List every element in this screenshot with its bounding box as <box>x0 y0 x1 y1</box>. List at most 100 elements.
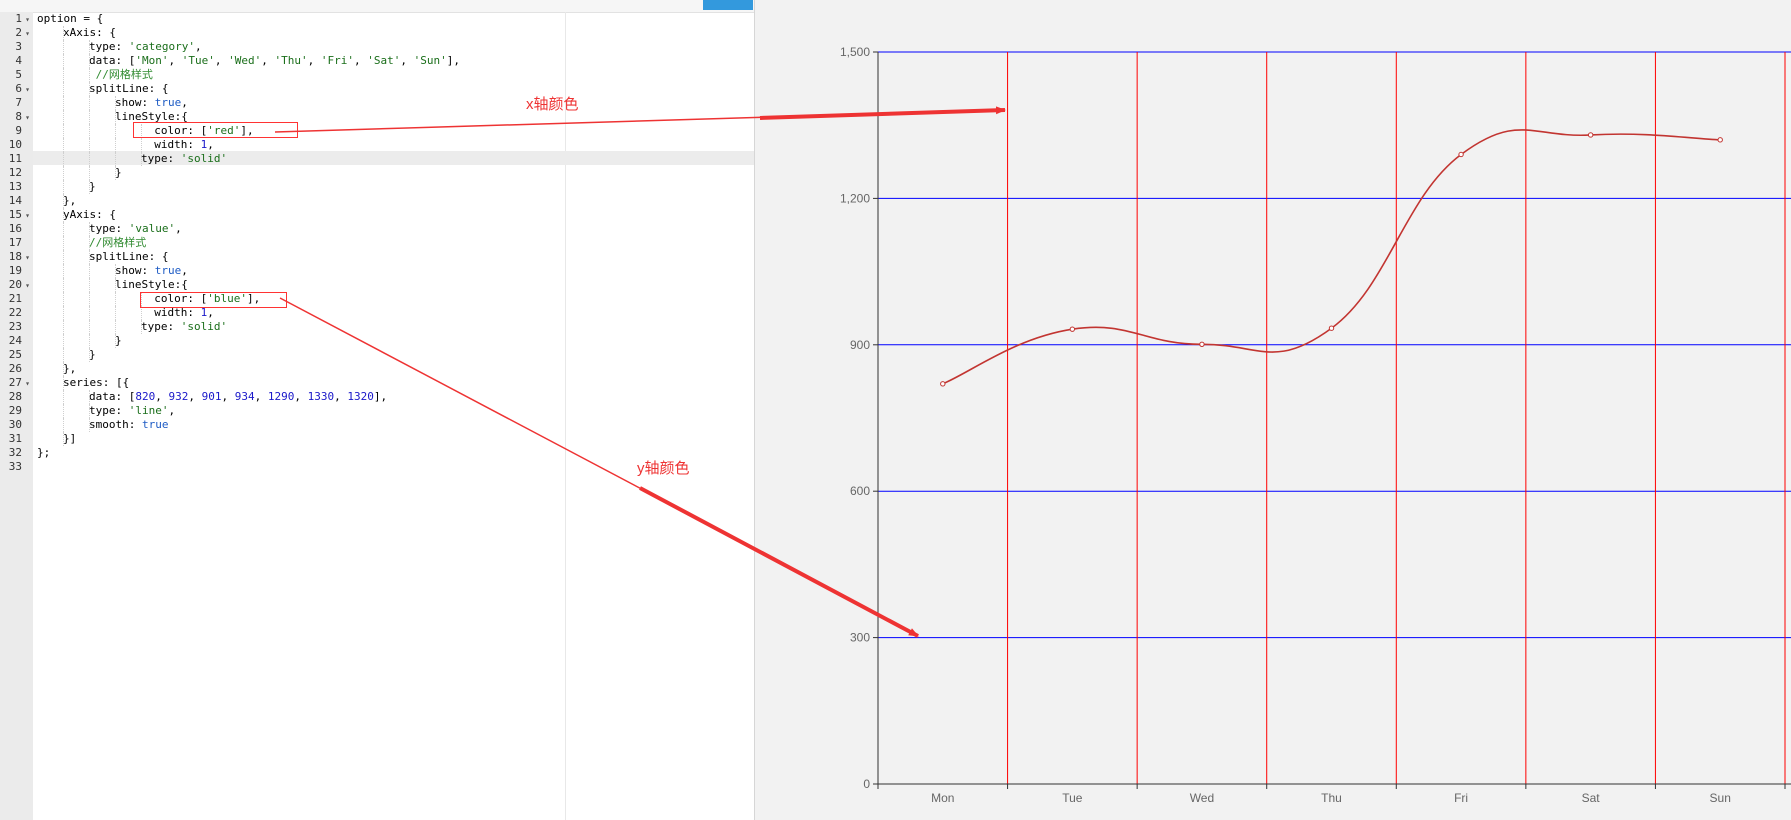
indent-guide <box>63 222 65 236</box>
fold-toggle-icon[interactable]: ▾ <box>22 111 33 125</box>
fold-toggle-icon[interactable]: ▾ <box>22 209 33 223</box>
code-line[interactable]: 5 //网格样式 <box>0 68 153 82</box>
line-number: 13 <box>8 180 22 193</box>
code-token: show: <box>115 96 155 109</box>
run-button[interactable] <box>703 0 753 10</box>
indent-guide <box>63 124 65 138</box>
code-line[interactable]: 20 ▾ lineStyle:{ <box>0 278 188 292</box>
indent-guide <box>89 404 91 418</box>
indent-guide <box>89 418 91 432</box>
code-token: , <box>175 222 182 235</box>
line-number: 29 <box>8 404 22 417</box>
code-line[interactable]: 7 show: true, <box>0 96 188 110</box>
indent-guide <box>115 96 117 110</box>
code-token: ], <box>446 54 460 67</box>
code-token: , <box>155 390 169 403</box>
code-token: 'Tue' <box>181 54 215 67</box>
code-line[interactable]: 3 type: 'category', <box>0 40 202 54</box>
fold-toggle-icon[interactable]: ▾ <box>22 279 33 293</box>
code-line[interactable]: 1 ▾ option = { <box>0 12 103 26</box>
fold-toggle-icon[interactable]: ▾ <box>22 377 33 391</box>
line-number: 31 <box>8 432 22 445</box>
code-line[interactable]: 19 show: true, <box>0 264 188 278</box>
code-token: , <box>194 40 202 53</box>
code-line[interactable]: 15 ▾ yAxis: { <box>0 208 116 222</box>
series-line <box>942 129 1721 385</box>
indent-guide <box>115 306 117 320</box>
code-text: type: 'category', <box>33 40 202 54</box>
code-line[interactable]: 6 ▾ splitLine: { <box>0 82 168 96</box>
data-point <box>1587 132 1594 138</box>
code-line[interactable]: 18 ▾ splitLine: { <box>0 250 169 265</box>
code-text: splitLine: { <box>33 82 168 96</box>
indent-guide <box>63 334 65 348</box>
indent-guide <box>63 306 65 320</box>
code-text: } <box>33 334 122 348</box>
code-text: smooth: true <box>33 418 168 432</box>
code-token: type: <box>89 40 129 53</box>
fold-toggle-icon[interactable]: ▾ <box>22 251 33 265</box>
editor-toolbar <box>0 0 754 13</box>
code-token: type: <box>89 404 129 417</box>
x-tick-label: Mon <box>931 791 954 805</box>
code-line[interactable]: 29 type: 'line', <box>0 404 175 418</box>
code-line[interactable]: 23 type: 'solid' <box>0 320 227 334</box>
code-line[interactable]: 10 width: 1, <box>0 138 214 152</box>
line-number: 10 <box>8 138 22 151</box>
indent-guide <box>115 292 117 306</box>
code-line[interactable]: 11 type: 'solid' <box>0 152 227 166</box>
fold-toggle-icon[interactable]: ▾ <box>22 27 33 41</box>
indent-guide <box>89 180 91 194</box>
line-number: 14 <box>8 194 22 207</box>
code-line[interactable]: 24} <box>0 334 122 348</box>
fold-toggle-icon[interactable]: ▾ <box>22 13 33 27</box>
code-token: , <box>334 390 348 403</box>
line-number: 20 <box>8 278 22 291</box>
indent-guide <box>63 54 65 68</box>
code-line[interactable]: 12} <box>0 166 122 180</box>
indent-guide <box>63 404 65 418</box>
code-line[interactable]: 30 smooth: true <box>0 418 169 432</box>
code-token: , <box>307 54 321 67</box>
code-token: data: [ <box>89 54 136 67</box>
code-line[interactable]: 32}; <box>0 446 51 460</box>
code-line[interactable]: 28 data: [820, 932, 901, 934, 1290, 1330,… <box>0 390 387 404</box>
code-token: ], <box>373 390 388 403</box>
code-token: 'Thu' <box>274 54 308 67</box>
line-number: 8 <box>15 110 22 123</box>
code-line[interactable]: 2 ▾ xAxis: { <box>0 26 116 40</box>
x-tick-label: Sun <box>1710 791 1731 805</box>
code-token: 1330 <box>307 390 335 403</box>
code-line[interactable]: 22 width: 1, <box>0 306 214 320</box>
indent-guide <box>63 320 65 334</box>
code-line[interactable]: 17 //网格样式 <box>0 236 147 250</box>
code-line[interactable]: 33 <box>0 460 37 474</box>
line-number: 32 <box>8 446 22 459</box>
fold-toggle-icon[interactable]: ▾ <box>22 83 33 97</box>
code-line[interactable]: 4 data: ['Mon', 'Tue', 'Wed', 'Thu', 'Fri… <box>0 54 460 68</box>
code-line[interactable]: 25} <box>0 348 96 362</box>
code-editor[interactable]: 1 ▾ option = {2 ▾ xAxis: {3 type: 'category',… <box>0 0 754 820</box>
line-number: 26 <box>8 362 22 375</box>
data-point <box>1458 151 1464 158</box>
line-number: 4 <box>15 54 22 67</box>
code-line[interactable]: 13} <box>0 180 96 194</box>
code-text: show: true, <box>33 264 188 278</box>
data-point <box>1069 326 1076 332</box>
line-number: 30 <box>8 418 22 431</box>
line-number: 25 <box>8 348 22 361</box>
indent-guide <box>63 26 65 40</box>
code-token: 'Sun' <box>413 54 447 67</box>
code-text: data: ['Mon', 'Tue', 'Wed', 'Thu', 'Fri'… <box>33 54 460 68</box>
code-token: type: <box>89 222 129 235</box>
code-token: 901 <box>201 390 222 403</box>
indent-guide <box>141 152 143 166</box>
indent-guide <box>89 236 91 250</box>
code-text: } <box>33 166 122 180</box>
indent-guide <box>115 166 117 180</box>
code-token: series: [{ <box>63 376 130 389</box>
indent-guide <box>89 264 91 278</box>
line-number: 15 <box>8 208 22 221</box>
code-text: yAxis: { <box>33 208 116 222</box>
line-number: 16 <box>8 222 22 235</box>
